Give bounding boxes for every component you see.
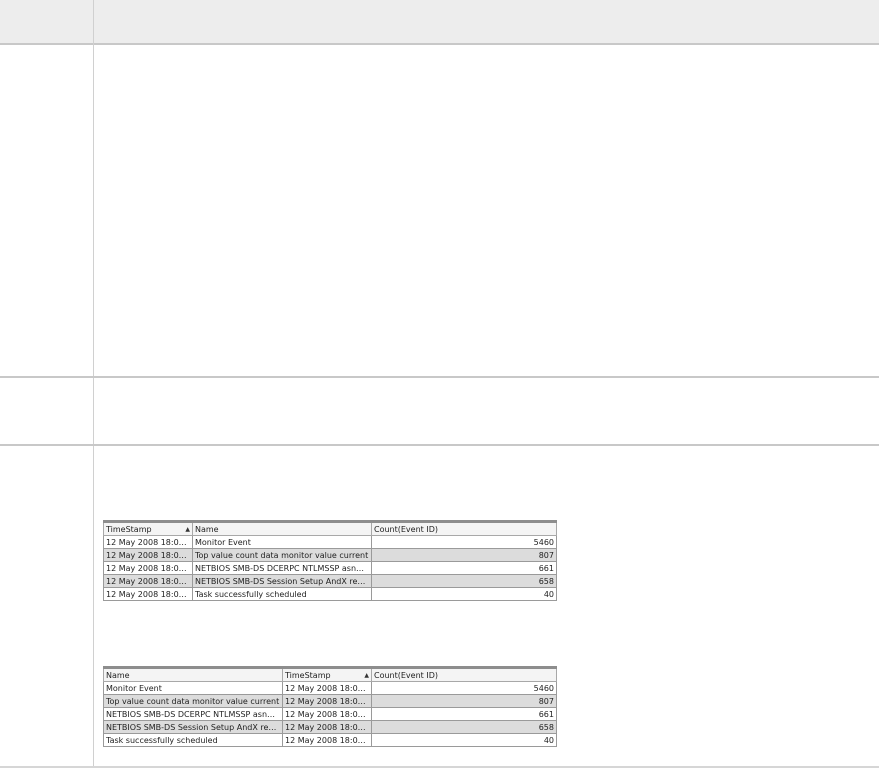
cell-count: 807 <box>371 694 557 708</box>
cell-count: 807 <box>371 548 557 562</box>
column-header-label: Count(Event ID) <box>374 670 438 680</box>
cell-timestamp: 12 May 2008 18:00... <box>103 574 193 588</box>
cell-count: 658 <box>371 720 557 734</box>
cell-count: 5460 <box>371 681 557 695</box>
column-header-label: TimeStamp <box>285 670 331 680</box>
table-row[interactable]: Monitor Event 12 May 2008 18:00... 5460 <box>103 681 557 695</box>
cell-timestamp: 12 May 2008 18:00... <box>282 707 372 721</box>
cell-count: 40 <box>371 587 557 601</box>
table-header-row: Name ▲ TimeStamp Count(Event ID) <box>103 667 557 682</box>
row-divider <box>0 444 879 446</box>
column-header-name[interactable]: Name <box>192 521 372 536</box>
cell-name: NETBIOS SMB-DS Session Setup AndX req... <box>192 574 372 588</box>
table-header-row: ▲ TimeStamp Name Count(Event ID) <box>103 521 557 536</box>
cell-name: NETBIOS SMB-DS DCERPC NTLMSSP asn1 ... <box>192 561 372 575</box>
cell-count: 661 <box>371 561 557 575</box>
cell-timestamp: 12 May 2008 18:00... <box>282 681 372 695</box>
sort-ascending-icon: ▲ <box>364 671 369 679</box>
cell-timestamp: 12 May 2008 18:00... <box>103 561 193 575</box>
cell-name: NETBIOS SMB-DS DCERPC NTLMSSP asn1 ... <box>103 707 283 721</box>
column-header-label: Name <box>195 524 219 534</box>
cell-timestamp: 12 May 2008 18:00... <box>282 733 372 747</box>
event-count-table-by-timestamp: ▲ TimeStamp Name Count(Event ID) 12 May 2… <box>103 520 557 601</box>
cell-name: Task successfully scheduled <box>192 587 372 601</box>
cell-count: 5460 <box>371 535 557 549</box>
column-header-timestamp[interactable]: ▲ TimeStamp <box>103 521 193 536</box>
cell-timestamp: 12 May 2008 18:00... <box>282 694 372 708</box>
cell-name: Top value count data monitor value curre… <box>103 694 283 708</box>
table-row[interactable]: NETBIOS SMB-DS DCERPC NTLMSSP asn1 ... 12… <box>103 707 557 721</box>
column-header-label: Name <box>106 670 130 680</box>
column-header-count[interactable]: Count(Event ID) <box>371 521 557 536</box>
column-divider <box>93 0 94 768</box>
cell-timestamp: 12 May 2008 18:00... <box>103 548 193 562</box>
column-header-label: TimeStamp <box>106 524 152 534</box>
table-row[interactable]: 12 May 2008 18:00... NETBIOS SMB-DS DCERP… <box>103 561 557 575</box>
column-header-label: Count(Event ID) <box>374 524 438 534</box>
column-header-count[interactable]: Count(Event ID) <box>371 667 557 682</box>
column-header-name[interactable]: Name <box>103 667 283 682</box>
column-header-timestamp[interactable]: ▲ TimeStamp <box>282 667 372 682</box>
table-row[interactable]: 12 May 2008 18:00... Top value count data… <box>103 548 557 562</box>
row-divider <box>0 376 879 378</box>
cell-name: Monitor Event <box>103 681 283 695</box>
sort-ascending-icon: ▲ <box>185 525 190 533</box>
cell-name: Monitor Event <box>192 535 372 549</box>
cell-name: Top value count data monitor value curre… <box>192 548 372 562</box>
document-table-frame <box>0 0 879 768</box>
cell-timestamp: 12 May 2008 18:00... <box>103 587 193 601</box>
cell-timestamp: 12 May 2008 18:00... <box>282 720 372 734</box>
cell-count: 658 <box>371 574 557 588</box>
table-row[interactable]: 12 May 2008 18:00... Monitor Event 5460 <box>103 535 557 549</box>
table-row[interactable]: Top value count data monitor value curre… <box>103 694 557 708</box>
cell-count: 661 <box>371 707 557 721</box>
table-row[interactable]: 12 May 2008 18:00... Task successfully sc… <box>103 587 557 601</box>
header-row <box>0 0 879 45</box>
cell-name: Task successfully scheduled <box>103 733 283 747</box>
table-row[interactable]: 12 May 2008 18:00... NETBIOS SMB-DS Sessi… <box>103 574 557 588</box>
cell-count: 40 <box>371 733 557 747</box>
table-row[interactable]: NETBIOS SMB-DS Session Setup AndX req...… <box>103 720 557 734</box>
cell-name: NETBIOS SMB-DS Session Setup AndX req... <box>103 720 283 734</box>
event-count-table-by-name: Name ▲ TimeStamp Count(Event ID) Monitor … <box>103 666 557 747</box>
table-row[interactable]: Task successfully scheduled 12 May 2008 1… <box>103 733 557 747</box>
cell-timestamp: 12 May 2008 18:00... <box>103 535 193 549</box>
